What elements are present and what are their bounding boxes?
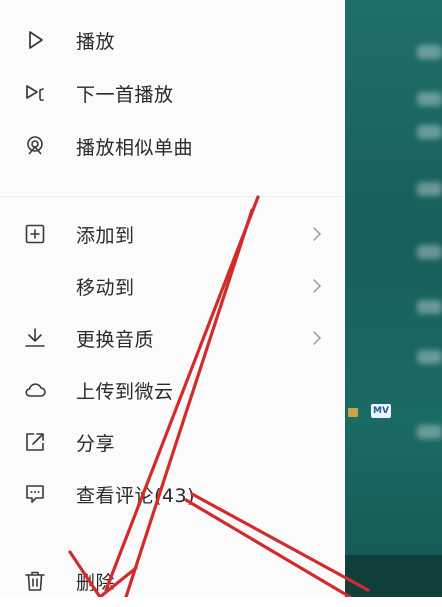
cloud-icon bbox=[22, 377, 48, 403]
menu-item-label: 查看评论(43) bbox=[76, 484, 196, 507]
play-next-icon bbox=[22, 80, 48, 106]
menu-item-label: 下一首播放 bbox=[76, 83, 174, 106]
context-menu: 播放 下一首播放 播放相似单曲 添加到 移动到 更换音质 上传到微云 分享 查看… bbox=[0, 0, 345, 597]
menu-divider bbox=[0, 196, 345, 197]
comment-icon bbox=[22, 481, 48, 507]
chevron-right-icon bbox=[313, 331, 322, 345]
blurred-text bbox=[417, 125, 442, 139]
add-box-icon bbox=[22, 221, 48, 247]
blurred-text bbox=[417, 350, 442, 364]
menu-item-similar[interactable]: 播放相似单曲 bbox=[0, 120, 345, 172]
background-window: MV bbox=[345, 0, 442, 597]
mv-badge[interactable]: MV bbox=[371, 404, 391, 418]
blurred-text bbox=[417, 45, 442, 59]
similar-radio-icon bbox=[22, 133, 48, 159]
menu-item-delete[interactable]: 删除 bbox=[0, 555, 345, 607]
menu-item-label: 播放相似单曲 bbox=[76, 136, 194, 159]
download-icon bbox=[22, 325, 48, 351]
blurred-text bbox=[417, 245, 442, 259]
menu-item-share[interactable]: 分享 bbox=[0, 416, 345, 468]
menu-item-play-next[interactable]: 下一首播放 bbox=[0, 67, 345, 119]
trash-icon bbox=[22, 568, 48, 594]
blurred-text bbox=[417, 425, 442, 439]
blurred-text bbox=[417, 182, 442, 196]
menu-item-upload-weiyun[interactable]: 上传到微云 bbox=[0, 364, 345, 416]
menu-item-label: 删除 bbox=[76, 571, 116, 594]
blurred-text bbox=[417, 300, 442, 314]
menu-item-add-to[interactable]: 添加到 bbox=[0, 208, 345, 260]
menu-item-label: 移动到 bbox=[76, 276, 135, 299]
chevron-right-icon bbox=[313, 279, 322, 293]
menu-item-label: 播放 bbox=[76, 30, 116, 53]
menu-item-label: 上传到微云 bbox=[76, 380, 174, 403]
quality-badge bbox=[348, 408, 358, 417]
share-icon bbox=[22, 429, 48, 455]
menu-item-label: 添加到 bbox=[76, 224, 135, 247]
menu-item-play[interactable]: 播放 bbox=[0, 14, 345, 66]
chevron-right-icon bbox=[313, 227, 322, 241]
play-icon bbox=[22, 27, 48, 53]
menu-item-comments[interactable]: 查看评论(43) bbox=[0, 468, 345, 520]
blurred-text bbox=[417, 92, 442, 106]
menu-item-label: 分享 bbox=[76, 432, 116, 455]
menu-item-label: 更换音质 bbox=[76, 328, 155, 351]
menu-item-move-to[interactable]: 移动到 bbox=[0, 260, 345, 312]
menu-item-change-quality[interactable]: 更换音质 bbox=[0, 312, 345, 364]
background-footer bbox=[345, 555, 442, 597]
